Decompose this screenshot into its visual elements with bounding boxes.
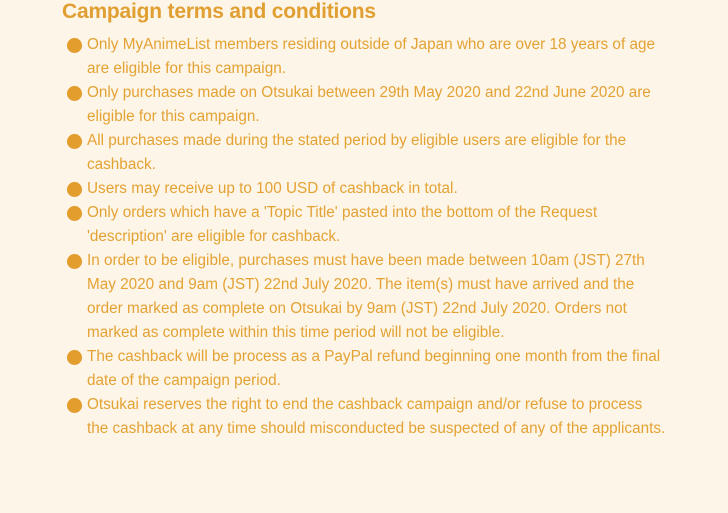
term-text: Only purchases made on Otsukai between 2… (87, 84, 651, 125)
bullet-icon (67, 86, 82, 101)
list-item: Only MyAnimeList members residing outsid… (67, 33, 667, 81)
list-item: Only purchases made on Otsukai between 2… (67, 81, 667, 129)
bullet-icon (67, 206, 82, 221)
bullet-icon (67, 398, 82, 413)
campaign-terms-section: Campaign terms and conditions Only MyAni… (0, 0, 728, 513)
bullet-icon (67, 182, 82, 197)
list-item: In order to be eligible, purchases must … (67, 249, 667, 345)
term-text: Otsukai reserves the right to end the ca… (87, 396, 666, 437)
list-item: All purchases made during the stated per… (67, 129, 667, 177)
term-text: Only orders which have a 'Topic Title' p… (87, 204, 598, 245)
term-text: The cashback will be process as a PayPal… (87, 348, 661, 389)
bullet-icon (67, 254, 82, 269)
term-text: All purchases made during the stated per… (87, 132, 627, 173)
term-text: In order to be eligible, purchases must … (87, 252, 645, 341)
term-text: Users may receive up to 100 USD of cashb… (87, 180, 458, 197)
term-text: Only MyAnimeList members residing outsid… (87, 36, 655, 77)
bullet-icon (67, 350, 82, 365)
list-item: The cashback will be process as a PayPal… (67, 345, 667, 393)
bullet-icon (67, 134, 82, 149)
list-item: Otsukai reserves the right to end the ca… (67, 393, 667, 441)
list-item: Users may receive up to 100 USD of cashb… (67, 177, 667, 201)
terms-list: Only MyAnimeList members residing outsid… (67, 33, 667, 441)
bullet-icon (67, 38, 82, 53)
section-title: Campaign terms and conditions (62, 0, 376, 23)
list-item: Only orders which have a 'Topic Title' p… (67, 201, 667, 249)
